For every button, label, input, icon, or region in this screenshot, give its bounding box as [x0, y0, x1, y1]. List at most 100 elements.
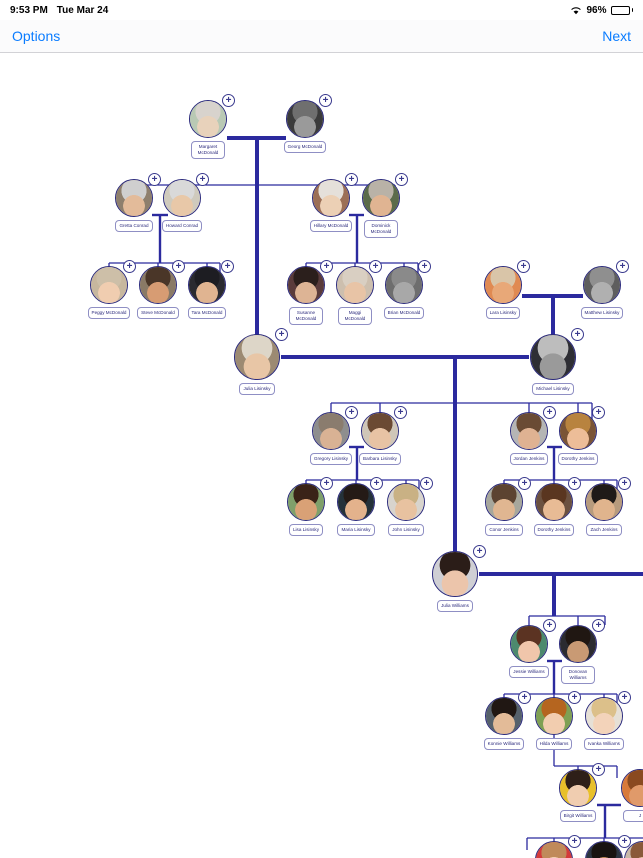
add-relative-button[interactable]: +	[592, 763, 605, 776]
add-relative-button[interactable]: +	[196, 173, 209, 186]
avatar[interactable]	[139, 266, 177, 304]
person-name-label[interactable]: Zach Jenkins	[586, 524, 622, 536]
avatar[interactable]	[385, 266, 423, 304]
person-node-michael[interactable]: + Michael Lisinsky	[522, 328, 584, 395]
person-name-label[interactable]: Maggi McDonald	[338, 307, 372, 325]
person-node-john[interactable]: + John Lisinsky	[375, 477, 437, 536]
add-relative-button[interactable]: +	[418, 260, 431, 273]
person-name-label[interactable]: Julia Williams	[437, 600, 473, 612]
add-relative-button[interactable]: +	[148, 173, 161, 186]
person-node-margaret[interactable]: + Margaret McDonald	[177, 94, 239, 159]
add-relative-button[interactable]: +	[568, 835, 581, 848]
avatar[interactable]	[485, 483, 523, 521]
person-name-label[interactable]: Hilda Williams	[535, 738, 573, 750]
person-node-tara[interactable]: + Tara McDonald	[176, 260, 238, 319]
add-relative-button[interactable]: +	[517, 260, 530, 273]
person-name-label[interactable]: Konnie Williams	[483, 738, 525, 750]
avatar[interactable]	[287, 266, 325, 304]
avatar[interactable]	[621, 769, 643, 807]
person-name-label[interactable]: Maria Lisinsky	[337, 524, 375, 536]
add-relative-button[interactable]: +	[320, 477, 333, 490]
person-name-label[interactable]: Dorothy Jenkins	[533, 524, 575, 536]
add-relative-button[interactable]: +	[592, 406, 605, 419]
person-name-label[interactable]: Conor Jenkins	[485, 524, 523, 536]
avatar[interactable]	[530, 334, 576, 380]
person-node-birgit[interactable]: + Birgit Williams	[547, 763, 609, 822]
avatar[interactable]	[361, 412, 399, 450]
person-name-label[interactable]: John Lisinsky	[388, 524, 424, 536]
avatar[interactable]	[234, 334, 280, 380]
person-name-label[interactable]: J	[623, 810, 643, 822]
person-node-georg[interactable]: + Georg McDonald	[274, 94, 336, 153]
add-relative-button[interactable]: +	[592, 619, 605, 632]
person-node-julia-l[interactable]: + Julia Lisinsky	[226, 328, 288, 395]
person-name-label[interactable]: Gretta Conrad	[115, 220, 153, 232]
add-relative-button[interactable]: +	[370, 477, 383, 490]
avatar[interactable]	[484, 266, 522, 304]
avatar[interactable]	[90, 266, 128, 304]
person-name-label[interactable]: Michael Lisinsky	[532, 383, 574, 395]
avatar[interactable]	[432, 551, 478, 597]
person-name-label[interactable]: Dorothy Jenkins	[557, 453, 599, 465]
add-relative-button[interactable]: +	[320, 260, 333, 273]
person-node-barbara[interactable]: + Barbara Lisinsky	[349, 406, 411, 465]
add-relative-button[interactable]: +	[123, 260, 136, 273]
person-name-label[interactable]: Jordan Jenkins	[509, 453, 549, 465]
add-relative-button[interactable]: +	[394, 406, 407, 419]
add-relative-button[interactable]: +	[568, 477, 581, 490]
person-node-julia-w[interactable]: + Julia Williams	[424, 545, 486, 612]
person-node-zach[interactable]: + Zach Jenkins	[573, 477, 635, 536]
add-relative-button[interactable]: +	[369, 260, 382, 273]
person-name-label[interactable]: Matthew Lisinsky	[580, 307, 624, 319]
person-node-lara[interactable]: + Lara Lisinsky	[472, 260, 534, 319]
avatar[interactable]	[585, 697, 623, 735]
avatar[interactable]	[188, 266, 226, 304]
avatar[interactable]	[115, 179, 153, 217]
person-name-label[interactable]: Hillary McDonald	[309, 220, 353, 232]
person-name-label[interactable]: Barbara Lisinsky	[359, 453, 401, 465]
avatar[interactable]	[485, 697, 523, 735]
add-relative-button[interactable]: +	[473, 545, 486, 558]
add-relative-button[interactable]: +	[618, 477, 631, 490]
avatar[interactable]	[336, 266, 374, 304]
person-node-ivanka[interactable]: + Ivanka Williams	[573, 691, 635, 750]
person-name-label[interactable]: Gregory Lisinsky	[309, 453, 353, 465]
options-button[interactable]: Options	[12, 28, 60, 44]
avatar[interactable]	[337, 483, 375, 521]
add-relative-button[interactable]: +	[543, 619, 556, 632]
person-name-label[interactable]: Steve McDonald	[137, 307, 179, 319]
avatar[interactable]	[362, 179, 400, 217]
add-relative-button[interactable]: +	[518, 691, 531, 704]
add-relative-button[interactable]: +	[319, 94, 332, 107]
person-name-label[interactable]: Tara McDonald	[187, 307, 227, 319]
person-node-cut-j[interactable]: +J	[609, 769, 643, 822]
person-name-label[interactable]: Julia Lisinsky	[239, 383, 275, 395]
add-relative-button[interactable]: +	[543, 406, 556, 419]
person-name-label[interactable]: Lara Lisinsky	[485, 307, 521, 319]
avatar[interactable]	[535, 483, 573, 521]
next-button[interactable]: Next	[602, 28, 631, 44]
person-node-matthew[interactable]: + Matthew Lisinsky	[571, 260, 633, 319]
family-tree-canvas[interactable]: + Margaret McDonald + Georg McDonald + Gretta…	[0, 53, 643, 858]
add-relative-button[interactable]: +	[172, 260, 185, 273]
avatar[interactable]	[559, 769, 597, 807]
person-name-label[interactable]: Donovan Williams	[561, 666, 595, 684]
avatar[interactable]	[312, 179, 350, 217]
person-node-donovan[interactable]: + Donovan Williams	[547, 619, 609, 684]
avatar[interactable]	[286, 100, 324, 138]
add-relative-button[interactable]: +	[518, 477, 531, 490]
person-name-label[interactable]: Birgit Williams	[559, 810, 597, 822]
avatar[interactable]	[287, 483, 325, 521]
add-relative-button[interactable]: +	[616, 260, 629, 273]
person-name-label[interactable]: Brian McDonald	[383, 307, 425, 319]
person-name-label[interactable]: Georg McDonald	[283, 141, 327, 153]
add-relative-button[interactable]: +	[222, 94, 235, 107]
avatar[interactable]	[585, 483, 623, 521]
add-relative-button[interactable]: +	[345, 173, 358, 186]
add-relative-button[interactable]: +	[395, 173, 408, 186]
avatar[interactable]	[583, 266, 621, 304]
avatar[interactable]	[535, 697, 573, 735]
person-name-label[interactable]: Margaret McDonald	[191, 141, 225, 159]
add-relative-button[interactable]: +	[618, 691, 631, 704]
add-relative-button[interactable]: +	[345, 406, 358, 419]
